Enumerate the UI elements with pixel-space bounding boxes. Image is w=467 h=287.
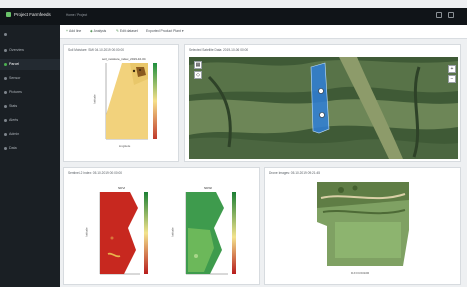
sidebar-item-sensor[interactable]: Sensor xyxy=(0,73,60,84)
chart-icon xyxy=(4,105,7,108)
sidebar-item-label: Admin xyxy=(9,132,20,136)
parcel-icon xyxy=(4,63,7,66)
sidebar-item-pictures[interactable]: Pictures xyxy=(0,87,60,98)
sidebar-item-label: Data xyxy=(9,146,17,150)
sidebar-item-data[interactable]: Data xyxy=(0,143,60,154)
top-bar: Project Farmfeeds Home / Project xyxy=(0,8,467,25)
image-icon xyxy=(4,91,7,94)
sidebar-item-label: Alerts xyxy=(9,118,19,122)
sidebar-item-alerts[interactable]: Alerts xyxy=(0,115,60,126)
export-dropdown[interactable]: Exported Product Plant ▾ xyxy=(146,29,184,33)
analysis-label: Analysis xyxy=(93,29,107,33)
satellite-map-panel: Selected Satellite Data: 2019-10-06 00:0… xyxy=(184,44,461,162)
sidebar: Overview Parcel Sensor Pictures Stats Al… xyxy=(0,25,60,287)
drone-image[interactable] xyxy=(265,168,462,286)
vegetation-plots xyxy=(99,192,236,275)
bell-icon xyxy=(4,119,7,122)
analysis-icon: ◈ xyxy=(90,29,93,33)
edit-icon: ✎ xyxy=(116,29,119,33)
sidebar-item-label: Parcel xyxy=(9,62,20,66)
layers-button[interactable]: ▦ xyxy=(194,61,202,69)
marker-icon[interactable] xyxy=(318,88,324,94)
satellite-map[interactable] xyxy=(189,57,458,159)
sidebar-item-label: Stats xyxy=(9,104,18,108)
sidebar-item-overview[interactable]: Overview xyxy=(0,45,60,56)
sidebar-item-label: Sensor xyxy=(9,76,21,80)
x-axis-label: longitude xyxy=(119,144,131,148)
app-brand[interactable]: Project Farmfeeds xyxy=(6,12,51,18)
gear-icon xyxy=(4,133,7,136)
zoom-out-button[interactable]: − xyxy=(448,75,456,83)
colorbar xyxy=(144,192,148,274)
panel-title: Selected Satellite Data: 2019-10-06 00:0… xyxy=(189,48,249,52)
sidebar-toggle[interactable] xyxy=(0,29,60,40)
app-logo-icon xyxy=(6,12,11,18)
notification-icon[interactable] xyxy=(436,12,442,18)
sensor-icon xyxy=(4,77,7,80)
vegetation-index-panel: Sentinel-2 Index: 05.10.2019 00:00:00 ND… xyxy=(63,167,260,285)
zoom-in-button[interactable]: + xyxy=(448,65,456,73)
toolbar: +Add line ◈Analysis ✎Edit dataset Export… xyxy=(60,25,467,39)
add-line-label: Add line xyxy=(68,29,82,33)
plus-icon: + xyxy=(66,29,68,33)
chevron-down-icon: ▾ xyxy=(181,29,184,33)
analysis-button[interactable]: ◈Analysis xyxy=(90,29,106,33)
edit-label: Edit dataset xyxy=(119,29,138,33)
add-line-button[interactable]: +Add line xyxy=(66,29,81,33)
dashboard-icon xyxy=(4,49,7,52)
y-axis-label: latitude xyxy=(170,227,175,237)
soil-moisture-panel: Soil Moisture: SMI 04.10.2019 00:00:00 s… xyxy=(63,44,179,162)
user-menu-icon[interactable] xyxy=(448,12,454,18)
colorbar xyxy=(153,63,157,139)
y-axis-label: latitude xyxy=(84,227,89,237)
app-title: Project Farmfeeds xyxy=(14,12,51,17)
marker-icon[interactable] xyxy=(319,112,325,118)
sidebar-item-label: Overview xyxy=(9,48,24,52)
drone-image-panel: Drone Images: 05.10.2019 09:21:45 DJI FC… xyxy=(264,167,461,285)
y-axis-label: latitude xyxy=(92,94,97,104)
draw-button[interactable]: ◇ xyxy=(194,71,202,79)
image-caption: DJI FC6310R xyxy=(351,271,370,275)
database-icon xyxy=(4,147,7,150)
breadcrumb[interactable]: Home / Project xyxy=(66,13,87,17)
colorbar xyxy=(232,192,236,274)
app-window: Project Farmfeeds Home / Project Overvie… xyxy=(0,0,467,287)
sidebar-item-label: Pictures xyxy=(9,90,22,94)
export-label: Exported Product Plant xyxy=(146,29,181,33)
sidebar-item-parcel[interactable]: Parcel xyxy=(0,59,60,70)
sidebar-item-stats[interactable]: Stats xyxy=(0,101,60,112)
menu-icon xyxy=(4,33,7,36)
sidebar-item-admin[interactable]: Admin xyxy=(0,129,60,140)
edit-dataset-button[interactable]: ✎Edit dataset xyxy=(116,29,138,33)
